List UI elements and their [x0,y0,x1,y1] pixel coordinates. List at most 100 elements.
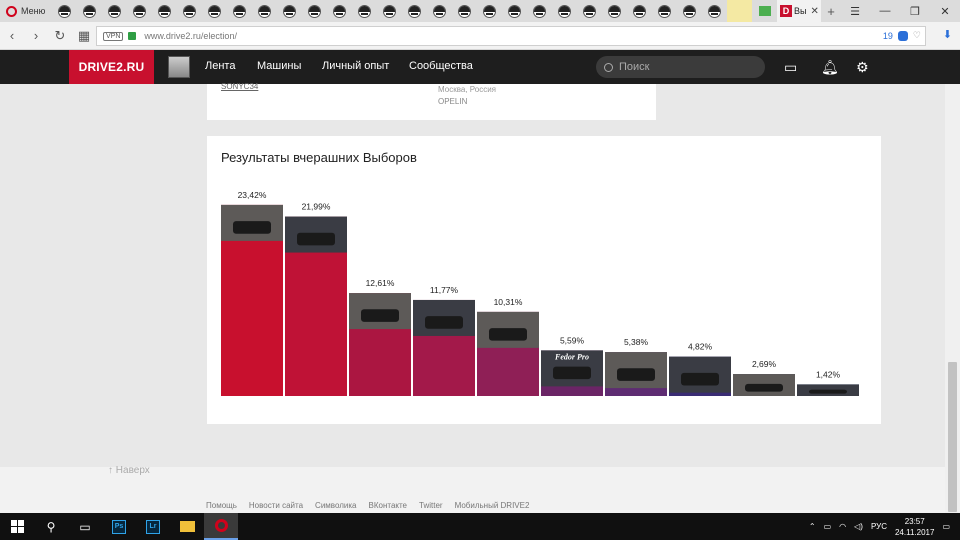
browser-tab[interactable] [377,0,402,22]
candidate-username[interactable]: OPELIN [438,97,467,106]
browser-tab[interactable] [252,0,277,22]
language-indicator[interactable]: РУС [871,522,887,531]
avatar-favicon-icon [233,4,246,18]
election-results-card: Результаты вчерашних Выборов 23,42% 21,99… [207,136,881,424]
browser-tab[interactable] [127,0,152,22]
browser-tab[interactable] [277,0,302,22]
footer-link-twitter[interactable]: Twitter [419,501,443,510]
notifications-bell-icon[interactable]: 🔔︎ [821,59,839,76]
windows-logo-icon [10,520,24,533]
settings-gear-icon[interactable]: ⚙ [856,59,869,76]
browser-tab[interactable] [577,0,602,22]
back-icon[interactable]: ‹ [0,28,24,43]
avatar-favicon-icon [108,4,121,18]
photoshop-app[interactable]: Ps [102,513,136,540]
forward-icon[interactable]: › [24,28,48,43]
new-tab-button[interactable]: + [821,4,841,19]
close-window-button[interactable]: ✕ [930,0,960,22]
browser-tab[interactable] [352,0,377,22]
footer-link-vk[interactable]: ВКонтакте [369,501,408,510]
avatar-favicon-icon [558,4,571,18]
browser-tab[interactable] [552,0,577,22]
candidate-location: Москва, Россия [438,85,496,94]
browser-tab[interactable] [402,0,427,22]
footer-link-help[interactable]: Помощь [206,501,237,510]
bar-value-label: 21,99% [302,202,331,212]
active-tab[interactable]: D Вы ✕ [777,0,821,22]
adblock-shield-icon[interactable] [897,30,908,41]
minimize-button[interactable]: — [870,0,900,22]
battery-icon[interactable]: ▭ [824,522,832,531]
browser-tab[interactable] [52,0,77,22]
back-to-top-link[interactable]: ↑ Наверх [108,465,150,476]
photo-watermark-text: Fedor Pro [554,352,589,361]
start-button[interactable] [0,513,34,540]
footer-link-symbols[interactable]: Символика [315,501,356,510]
url-text[interactable]: www.drive2.ru/election/ [144,31,237,41]
avatar-favicon-icon [708,4,721,18]
nav-experience[interactable]: Личный опыт [322,60,389,72]
browser-tab[interactable] [727,0,752,22]
browser-tab[interactable] [702,0,727,22]
secure-lock-icon[interactable] [128,32,137,40]
nav-cars[interactable]: Машины [257,60,301,72]
vpn-badge[interactable]: VPN [103,31,124,41]
browser-tab[interactable] [752,0,777,22]
messages-icon[interactable]: ▭ [784,59,797,76]
browser-tab[interactable] [477,0,502,22]
scrollbar-thumb[interactable] [948,362,957,512]
url-input[interactable]: VPN www.drive2.ru/election/ 19 ♡ [96,26,926,46]
browser-tab[interactable] [327,0,352,22]
car-silhouette-icon [681,372,719,386]
close-tab-icon[interactable]: ✕ [810,6,818,17]
task-view-icon[interactable]: ▭ [68,513,102,540]
browser-tab[interactable] [102,0,127,22]
browser-tab[interactable] [227,0,252,22]
download-icon[interactable]: ⬇ [943,28,952,41]
browser-tab[interactable] [427,0,452,22]
file-explorer-app[interactable] [170,513,204,540]
search-icon[interactable]: ⚲ [34,513,68,540]
candidate-username[interactable]: SONYC34 [221,82,258,91]
bar-value-label: 1,42% [816,369,841,379]
page-scrollbar[interactable] [945,84,960,513]
browser-tab[interactable] [152,0,177,22]
speed-dial-icon[interactable]: ▦ [72,28,96,44]
notifications-icon[interactable]: ▭ [942,522,950,531]
results-bar-chart: 23,42% 21,99% 12,61% 11,77% 10,31% Fedor Pro 5… [221,190,859,396]
opera-app[interactable] [204,513,238,540]
wifi-icon[interactable]: ◠ [839,522,846,531]
opera-menu-button[interactable]: Меню [0,0,52,22]
browser-tab[interactable] [452,0,477,22]
browser-tab[interactable] [627,0,652,22]
lightroom-app[interactable]: Lr [136,513,170,540]
car-silhouette-icon [361,309,399,322]
browser-tab[interactable] [177,0,202,22]
browser-tab[interactable] [202,0,227,22]
opera-icon [214,519,228,532]
footer-link-mobile[interactable]: Мобильный DRIVE2 [455,501,530,510]
browser-tab[interactable] [77,0,102,22]
nav-feed[interactable]: Лента [205,60,235,72]
avatar[interactable] [168,56,190,78]
tray-chevron-icon[interactable]: ⌃ [809,522,816,531]
site-search-input[interactable]: Поиск [596,56,765,78]
nav-communities[interactable]: Сообщества [409,60,473,72]
volume-icon[interactable]: ◁) [854,522,863,531]
bar-value-label: 4,82% [688,342,713,352]
tab-menu-icon[interactable]: ☰ [840,0,870,22]
browser-tab[interactable] [302,0,327,22]
bookmark-heart-icon[interactable]: ♡ [913,30,921,41]
avatar-favicon-icon [458,4,471,18]
browser-tab[interactable] [502,0,527,22]
browser-tab[interactable] [527,0,552,22]
clock[interactable]: 23:57 24.11.2017 [895,516,934,538]
footer-link-news[interactable]: Новости сайта [249,501,303,510]
browser-tab[interactable] [602,0,627,22]
browser-tab[interactable] [652,0,677,22]
restore-button[interactable]: ❐ [900,0,930,22]
site-logo[interactable]: DRIVE2.RU [69,50,154,84]
reload-icon[interactable]: ↻ [48,28,72,44]
clock-date: 24.11.2017 [894,527,935,537]
browser-tab[interactable] [677,0,702,22]
